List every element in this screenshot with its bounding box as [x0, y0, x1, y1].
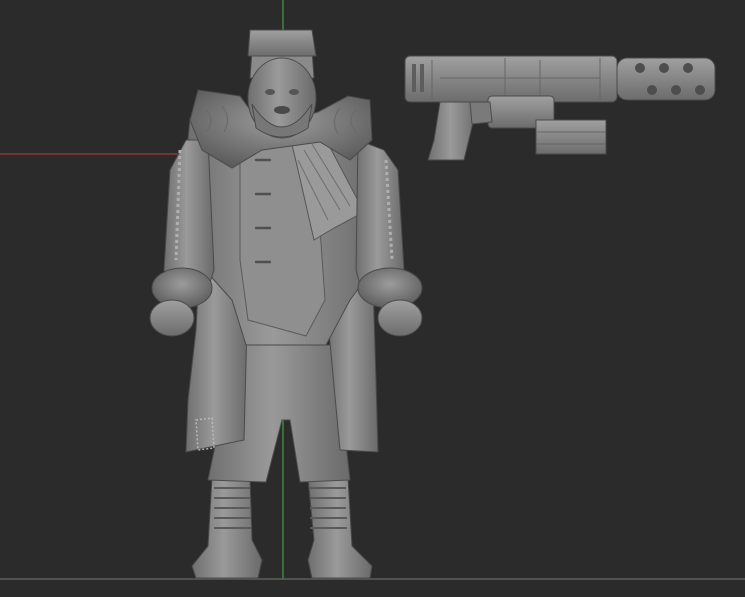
- rifle-barrel: [404, 55, 618, 103]
- fur-coat-soldier-figure[interactable]: [149, 29, 423, 579]
- left-fist: [149, 299, 195, 337]
- heavy-laser-rifle[interactable]: [404, 55, 716, 161]
- sculpt-viewport[interactable]: [0, 0, 745, 597]
- right-fist: [377, 299, 423, 337]
- right-boot: [307, 477, 373, 579]
- rifle-trigger-guard: [469, 101, 493, 125]
- head: [247, 29, 317, 139]
- rifle-power-pack: [535, 119, 607, 155]
- left-boot: [191, 477, 263, 579]
